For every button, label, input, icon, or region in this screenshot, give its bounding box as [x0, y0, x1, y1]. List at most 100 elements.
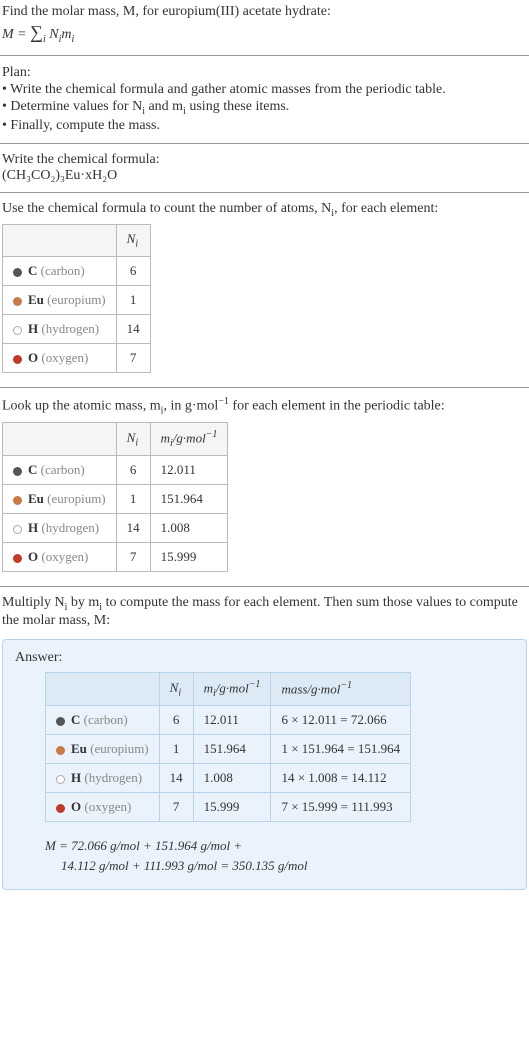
table-header-row: Ni mi/g·mol−1 mass/g·mol−1 [46, 673, 411, 706]
ni-header: Ni [159, 673, 193, 706]
divider [0, 387, 529, 388]
element-dot-icon [56, 804, 65, 813]
mi-cell: 15.999 [150, 543, 228, 572]
ni-cell: 14 [116, 514, 150, 543]
answer-table: Ni mi/g·mol−1 mass/g·mol−1 C (carbon) 6 … [45, 672, 411, 822]
table-row: Eu (europium) 1 [3, 285, 151, 314]
answer-box: Answer: Ni mi/g·mol−1 mass/g·mol−1 C (ca… [2, 639, 527, 890]
formula-title: Write the chemical formula: [2, 152, 527, 168]
element-dot-icon [56, 746, 65, 755]
element-cell: H (hydrogen) [46, 764, 160, 793]
element-dot-icon [13, 355, 22, 364]
element-cell: Eu (europium) [3, 285, 117, 314]
element-cell: C (carbon) [3, 456, 117, 485]
lookup-mass-section: Look up the atomic mass, mi, in g·mol−1 … [0, 392, 529, 582]
plan-title: Plan: [2, 65, 527, 81]
blank-header [3, 423, 117, 456]
table-row: H (hydrogen) 14 [3, 314, 151, 343]
molar-mass-equation: M = ∑i Nimi [2, 20, 527, 47]
mi-cell: 151.964 [150, 485, 228, 514]
plan-section: Plan: • Write the chemical formula and g… [0, 60, 529, 139]
divider [0, 143, 529, 144]
element-dot-icon [13, 326, 22, 335]
blank-header [3, 225, 117, 257]
final-line-1: M = 72.066 g/mol + 151.964 g/mol + [45, 836, 514, 856]
element-dot-icon [56, 717, 65, 726]
mi-cell: 151.964 [193, 735, 271, 764]
ni-cell: 6 [116, 256, 150, 285]
ni-cell: 1 [159, 735, 193, 764]
element-cell: C (carbon) [46, 706, 160, 735]
answer-label: Answer: [15, 650, 514, 666]
ni-cell: 6 [116, 456, 150, 485]
ni-cell: 7 [159, 793, 193, 822]
ni-cell: 7 [116, 543, 150, 572]
mass-header: mass/g·mol−1 [271, 673, 411, 706]
mi-cell: 12.011 [150, 456, 228, 485]
table-row: Eu (europium) 1 151.964 1 × 151.964 = 15… [46, 735, 411, 764]
final-equation: M = 72.066 g/mol + 151.964 g/mol + 14.11… [15, 828, 514, 875]
ni-cell: 6 [159, 706, 193, 735]
chemical-formula: (CH₃CO₂)₃Eu·xH₂O [2, 168, 527, 184]
element-cell: Eu (europium) [46, 735, 160, 764]
table-row: O (oxygen) 7 [3, 343, 151, 372]
multiply-section: Multiply Ni by mi to compute the mass fo… [0, 591, 529, 633]
element-dot-icon [13, 496, 22, 505]
divider [0, 586, 529, 587]
mi-cell: 12.011 [193, 706, 271, 735]
ni-cell: 1 [116, 485, 150, 514]
sigma-icon: ∑ [30, 22, 43, 42]
element-cell: O (oxygen) [3, 343, 117, 372]
intro-section: Find the molar mass, M, for europium(III… [0, 0, 529, 51]
element-dot-icon [13, 268, 22, 277]
count-atoms-section: Use the chemical formula to count the nu… [0, 197, 529, 383]
ni-cell: 7 [116, 343, 150, 372]
element-cell: H (hydrogen) [3, 514, 117, 543]
table-row: C (carbon) 6 [3, 256, 151, 285]
mi-header: mi/g·mol−1 [193, 673, 271, 706]
element-dot-icon [56, 775, 65, 784]
table-row: H (hydrogen) 14 1.008 14 × 1.008 = 14.11… [46, 764, 411, 793]
plan-bullet-3: • Finally, compute the mass. [2, 118, 527, 134]
mi-header: mi/g·mol−1 [150, 423, 228, 456]
intro-line1: Find the molar mass, M, for europium(III… [2, 4, 331, 19]
plan-bullet-2: • Determine values for Ni and mi using t… [2, 99, 527, 117]
ni-header: Ni [116, 225, 150, 257]
ni-cell: 14 [159, 764, 193, 793]
element-dot-icon [13, 525, 22, 534]
mass-cell: 7 × 15.999 = 111.993 [271, 793, 411, 822]
divider [0, 192, 529, 193]
element-cell: H (hydrogen) [3, 314, 117, 343]
table-row: Eu (europium) 1 151.964 [3, 485, 228, 514]
element-dot-icon [13, 297, 22, 306]
element-cell: C (carbon) [3, 256, 117, 285]
divider [0, 55, 529, 56]
element-cell: O (oxygen) [3, 543, 117, 572]
intro-text: Find the molar mass, M, for europium(III… [2, 4, 527, 20]
chemical-formula-section: Write the chemical formula: (CH₃CO₂)₃Eu·… [0, 148, 529, 188]
plan-bullet-1: • Write the chemical formula and gather … [2, 82, 527, 98]
element-cell: O (oxygen) [46, 793, 160, 822]
table-row: C (carbon) 6 12.011 6 × 12.011 = 72.066 [46, 706, 411, 735]
table-row: O (oxygen) 7 15.999 7 × 15.999 = 111.993 [46, 793, 411, 822]
mass-cell: 6 × 12.011 = 72.066 [271, 706, 411, 735]
table-row: C (carbon) 6 12.011 [3, 456, 228, 485]
blank-header [46, 673, 160, 706]
mi-cell: 15.999 [193, 793, 271, 822]
lookup-title: Look up the atomic mass, mi, in g·mol−1 … [2, 396, 527, 416]
table-row: H (hydrogen) 14 1.008 [3, 514, 228, 543]
ni-cell: 14 [116, 314, 150, 343]
element-dot-icon [13, 554, 22, 563]
table-header-row: Ni mi/g·mol−1 [3, 423, 228, 456]
ni-cell: 1 [116, 285, 150, 314]
ni-header: Ni [116, 423, 150, 456]
count-table: Ni C (carbon) 6 Eu (europium) 1 H (hydro… [2, 224, 151, 373]
table-header-row: Ni [3, 225, 151, 257]
mi-cell: 1.008 [193, 764, 271, 793]
final-line-2: 14.112 g/mol + 111.993 g/mol = 350.135 g… [45, 856, 514, 876]
mass-cell: 14 × 1.008 = 14.112 [271, 764, 411, 793]
count-title: Use the chemical formula to count the nu… [2, 201, 527, 219]
mi-cell: 1.008 [150, 514, 228, 543]
table-row: O (oxygen) 7 15.999 [3, 543, 228, 572]
lookup-table: Ni mi/g·mol−1 C (carbon) 6 12.011 Eu (eu… [2, 422, 228, 572]
